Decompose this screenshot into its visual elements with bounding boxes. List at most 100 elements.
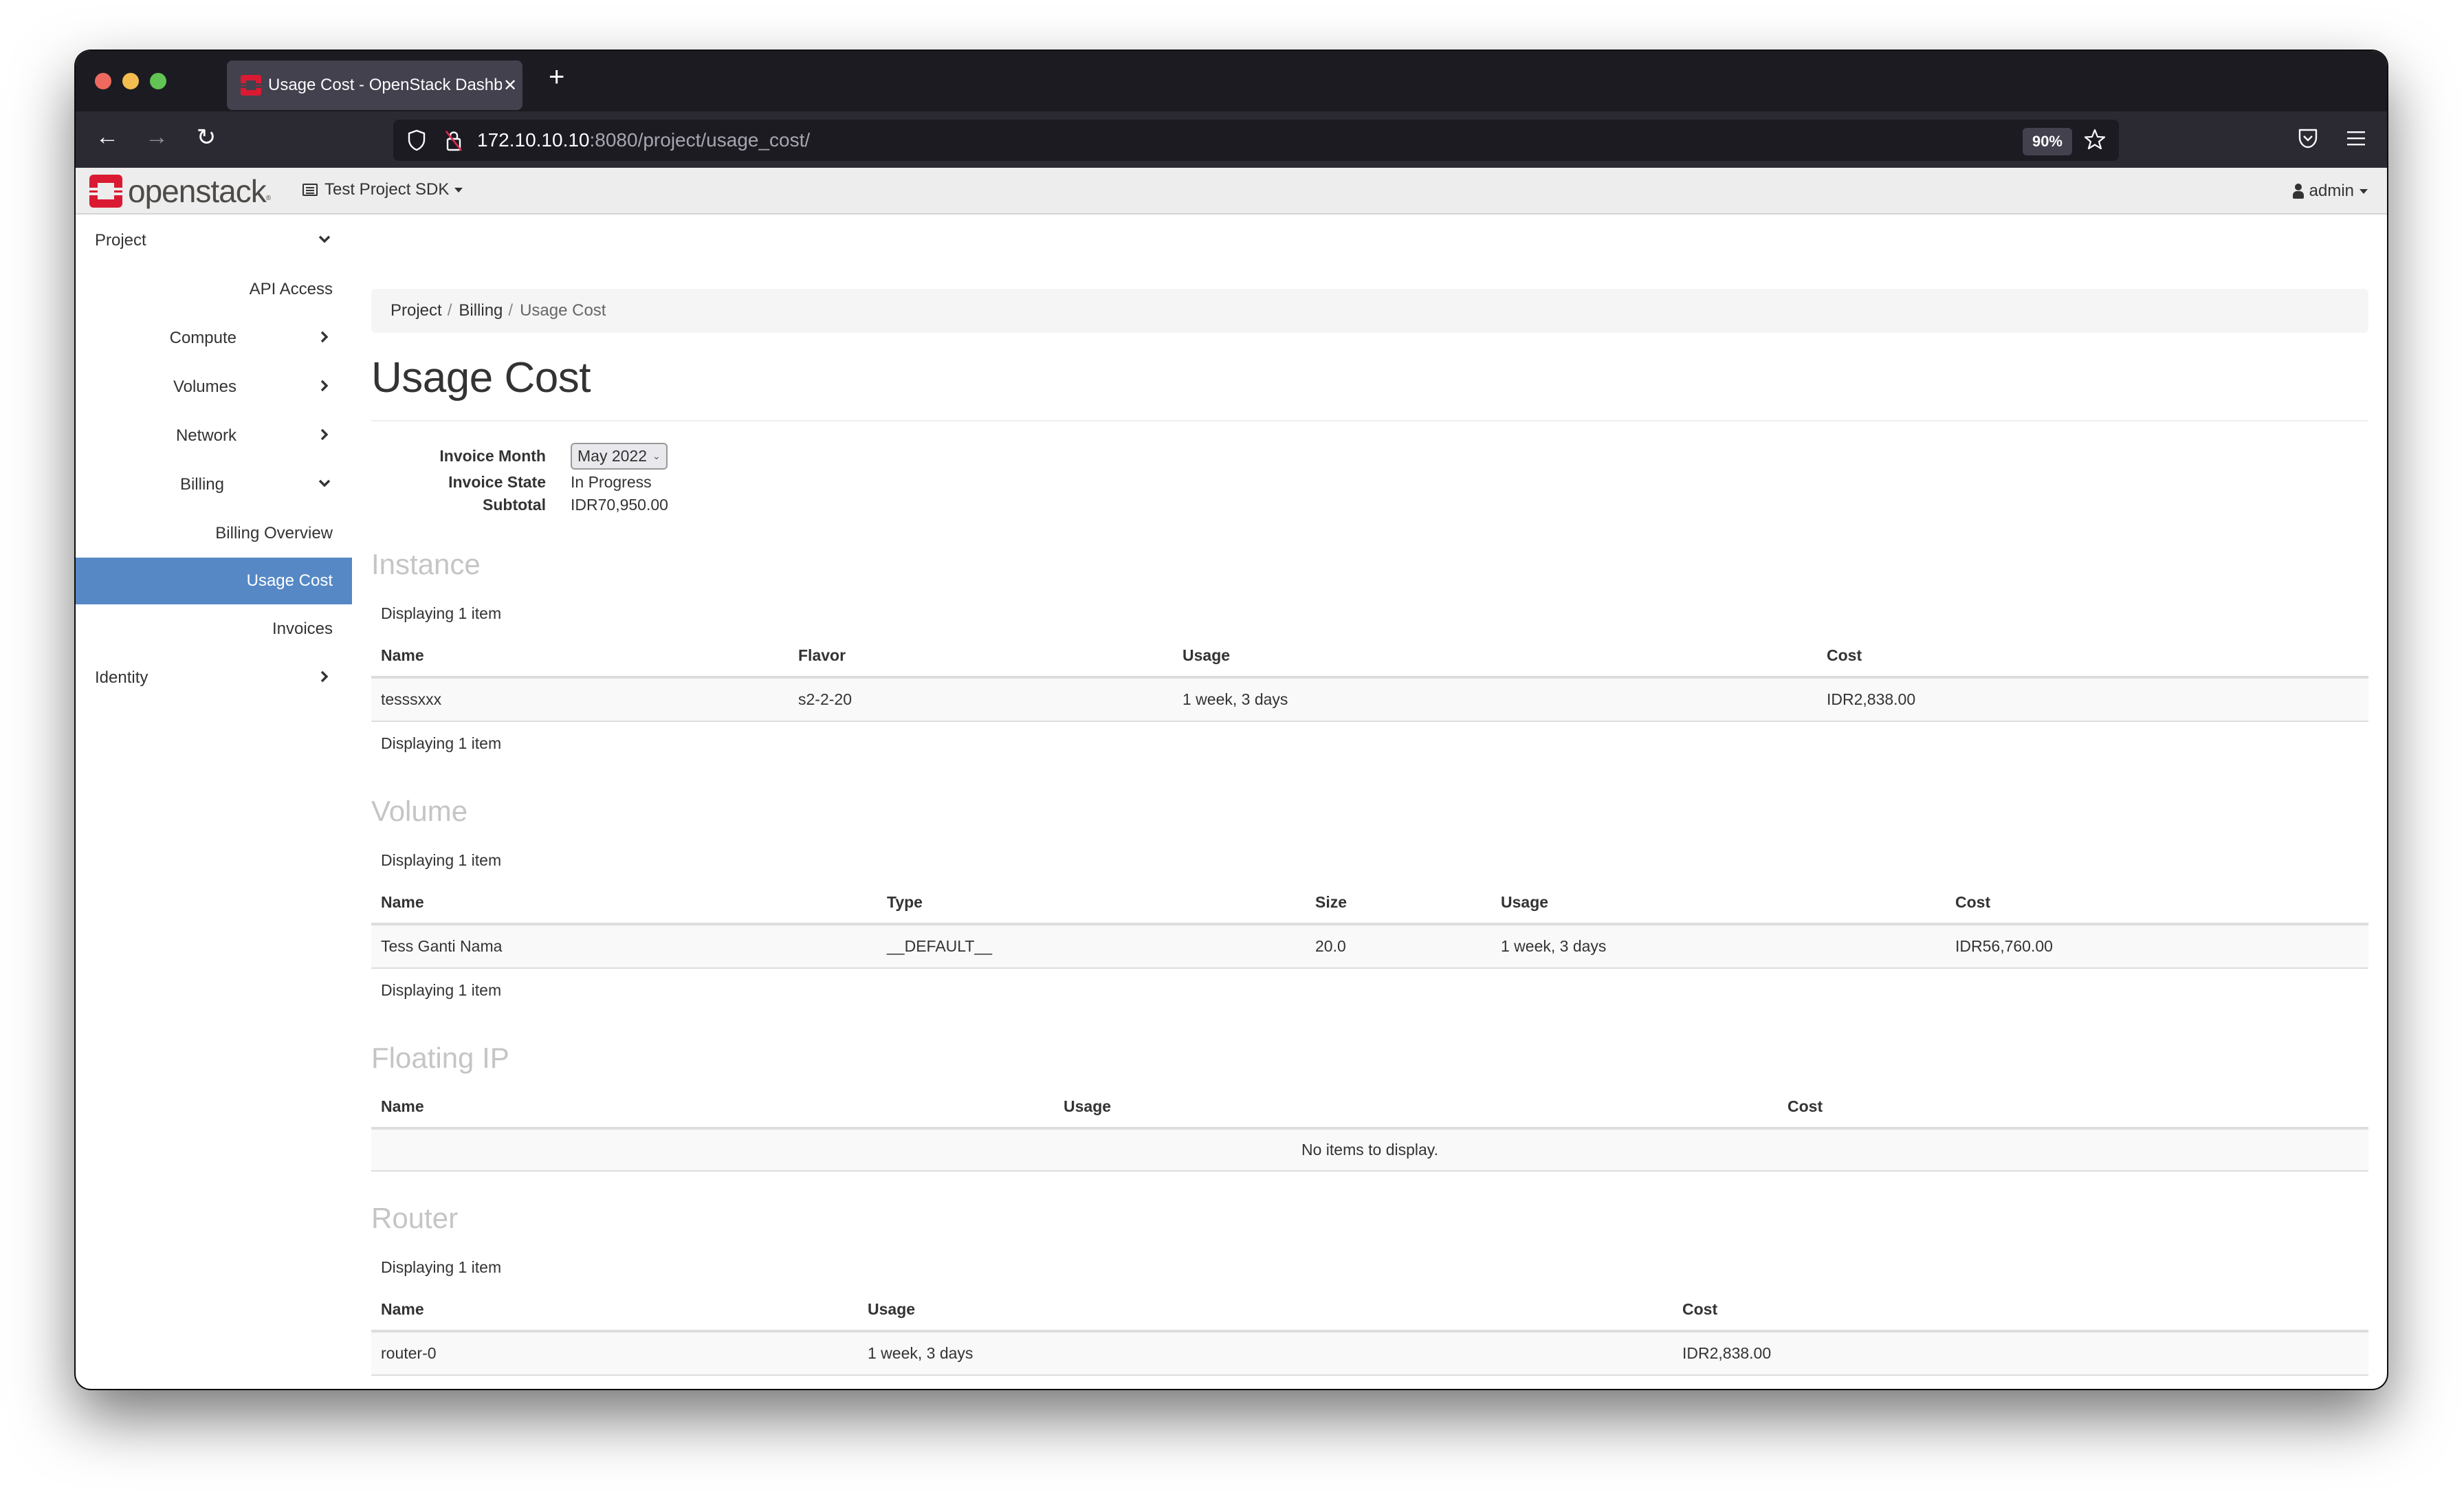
section-title-instance: Instance <box>371 548 481 580</box>
hamburger-menu-icon[interactable] <box>2347 131 2365 146</box>
reload-icon[interactable]: ↻ <box>192 124 220 151</box>
sidebar-item-project[interactable]: Project <box>76 216 352 265</box>
cell-size: 20.0 <box>1306 924 1491 969</box>
invoice-month-select[interactable]: May 2022 ⌄ <box>571 442 668 470</box>
caret-down-icon <box>454 187 463 193</box>
chevron-right-icon <box>320 670 329 683</box>
insecure-lock-icon[interactable] <box>444 129 463 152</box>
pocket-icon[interactable] <box>2298 127 2318 150</box>
back-arrow-icon[interactable]: ← <box>94 124 121 151</box>
invoice-summary: Invoice Month May 2022 ⌄ Invoice State I… <box>371 442 2368 515</box>
column-header-usage[interactable]: Usage <box>1054 1086 1778 1130</box>
column-header-cost[interactable]: Cost <box>1673 1288 2368 1332</box>
column-header-cost[interactable]: Cost <box>1778 1086 2368 1130</box>
project-selector[interactable]: Test Project SDK <box>302 180 463 199</box>
column-header-cost[interactable]: Cost <box>1946 881 2368 925</box>
sidebar-item-invoices[interactable]: Invoices <box>76 604 352 653</box>
invoice-month-value: May 2022 <box>578 446 648 465</box>
close-window-button[interactable] <box>95 73 111 89</box>
cell-cost: IDR2,838.00 <box>1817 677 2368 722</box>
user-menu[interactable]: admin <box>2292 182 2368 201</box>
browser-tab[interactable]: Usage Cost - OpenStack Dashboard ✕ <box>227 61 522 110</box>
table-row: router-0 1 week, 3 days IDR2,838.00 <box>371 1331 2368 1376</box>
shield-icon[interactable] <box>407 129 426 151</box>
column-header-size[interactable]: Size <box>1306 881 1491 925</box>
openstack-logo-icon <box>89 175 122 208</box>
invoice-month-label: Invoice Month <box>439 446 546 465</box>
floating-ip-table: Name Usage Cost No items to display. <box>371 1086 2368 1172</box>
breadcrumb-billing[interactable]: Billing <box>459 301 503 320</box>
cell-flavor: s2-2-20 <box>789 677 1173 722</box>
sidebar-item-billing-overview[interactable]: Billing Overview <box>76 509 352 558</box>
caret-down-icon <box>2360 188 2368 194</box>
cell-name: router-0 <box>371 1331 858 1376</box>
sidebar-item-identity[interactable]: Identity <box>76 653 352 702</box>
sidebar-item-label: Billing Overview <box>215 523 333 542</box>
empty-message: No items to display. <box>371 1128 2368 1172</box>
column-header-name[interactable]: Name <box>371 1086 1054 1130</box>
column-header-flavor[interactable]: Flavor <box>789 635 1173 679</box>
volume-section: Volume Displaying 1 item Name Type Size … <box>371 795 2368 1011</box>
empty-row: No items to display. <box>371 1128 2368 1172</box>
user-icon <box>2292 184 2304 199</box>
breadcrumb-project[interactable]: Project <box>390 301 442 320</box>
sidebar-item-label: Project <box>95 230 146 250</box>
column-header-type[interactable]: Type <box>877 881 1306 925</box>
sidebar-item-usage-cost[interactable]: Usage Cost <box>76 558 352 604</box>
instance-count-bottom: Displaying 1 item <box>381 734 502 752</box>
zoom-level-badge[interactable]: 90% <box>2022 128 2072 155</box>
sidebar-item-network[interactable]: Network <box>76 411 352 460</box>
chevron-right-icon <box>320 331 329 343</box>
tab-title: Usage Cost - OpenStack Dashboard <box>268 76 502 94</box>
column-header-usage[interactable]: Usage <box>1491 881 1946 925</box>
sidebar-item-label: Volumes <box>173 377 236 396</box>
browser-window: Usage Cost - OpenStack Dashboard ✕ + ← →… <box>76 51 2387 1389</box>
breadcrumb-current: Usage Cost <box>520 301 606 320</box>
cell-cost: IDR56,760.00 <box>1946 924 2368 969</box>
sidebar-item-compute[interactable]: Compute <box>76 314 352 362</box>
openstack-logo[interactable]: openstack ® <box>89 175 271 208</box>
cell-type: __DEFAULT__ <box>877 924 1306 969</box>
sidebar-item-label: Invoices <box>272 619 333 638</box>
tab-bar: Usage Cost - OpenStack Dashboard ✕ + <box>76 51 2387 111</box>
logo-text: openstack <box>128 173 267 209</box>
column-header-cost[interactable]: Cost <box>1817 635 2368 679</box>
url-host: 172.10.10.10 <box>477 129 590 151</box>
sidebar-item-label: API Access <box>249 279 333 298</box>
url-bar[interactable]: 172.10.10.10:8080/project/usage_cost/ 90… <box>393 120 2119 161</box>
volume-count-bottom: Displaying 1 item <box>381 980 502 999</box>
router-table: Name Usage Cost router-0 1 week, 3 days … <box>371 1288 2368 1376</box>
username: admin <box>2309 182 2354 200</box>
bookmark-star-icon[interactable] <box>2083 128 2106 151</box>
forward-arrow-icon[interactable]: → <box>143 124 170 151</box>
column-header-usage[interactable]: Usage <box>1173 635 1817 679</box>
instance-count-top: Displaying 1 item <box>381 604 502 622</box>
title-divider <box>371 420 2368 421</box>
minimize-window-button[interactable] <box>122 73 139 89</box>
subtotal-label: Subtotal <box>483 495 546 514</box>
new-tab-button[interactable]: + <box>549 62 564 93</box>
sidebar-item-billing[interactable]: Billing <box>76 460 352 509</box>
subtotal-value: IDR70,950.00 <box>571 495 668 514</box>
browser-toolbar: ← → ↻ 172.10.10.10:8080/project/usage_co… <box>76 111 2387 168</box>
column-header-name[interactable]: Name <box>371 881 877 925</box>
instance-table: Name Flavor Usage Cost tesssxxx s2-2-20 … <box>371 635 2368 722</box>
chevron-right-icon <box>320 428 329 441</box>
chevron-down-icon <box>318 479 331 487</box>
invoice-state-value: In Progress <box>571 472 652 491</box>
sidebar-item-api-access[interactable]: API Access <box>76 265 352 314</box>
router-section: Router Displaying 1 item Name Usage Cost… <box>371 1202 2368 1376</box>
tab-close-icon[interactable]: ✕ <box>503 76 517 96</box>
router-count-top: Displaying 1 item <box>381 1258 502 1276</box>
url-text[interactable]: 172.10.10.10:8080/project/usage_cost/ <box>477 129 810 151</box>
project-list-icon <box>302 184 318 196</box>
sidebar-item-label: Billing <box>179 474 224 494</box>
column-header-usage[interactable]: Usage <box>858 1288 1673 1332</box>
column-header-name[interactable]: Name <box>371 635 789 679</box>
breadcrumb: Project / Billing / Usage Cost <box>371 289 2368 333</box>
sidebar-item-volumes[interactable]: Volumes <box>76 362 352 411</box>
cell-usage: 1 week, 3 days <box>1173 677 1817 722</box>
maximize-window-button[interactable] <box>150 73 166 89</box>
volume-count-top: Displaying 1 item <box>381 851 502 869</box>
column-header-name[interactable]: Name <box>371 1288 858 1332</box>
